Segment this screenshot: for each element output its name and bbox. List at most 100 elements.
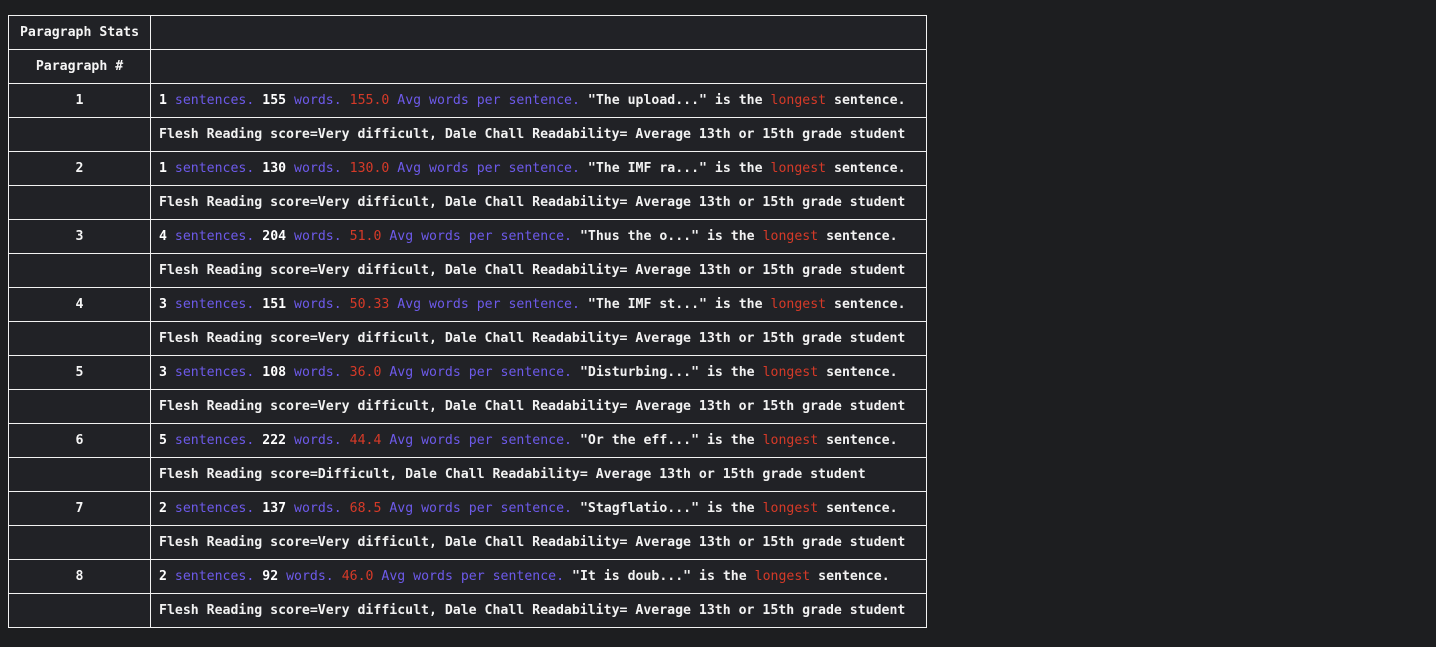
table-row: 43 sentences. 151 words. 50.33 Avg words… (8, 287, 927, 322)
table-row: 11 sentences. 155 words. 155.0 Avg words… (8, 83, 927, 118)
flesh-label: Flesh Reading score= (159, 466, 318, 482)
paragraph-number-cell: 5 (8, 355, 151, 390)
readability-cell: Flesh Reading score=Very difficult, Dale… (150, 593, 927, 628)
is-the-label: is the (714, 92, 763, 108)
paragraph-number-spacer (8, 389, 151, 424)
paragraph-number-spacer (8, 253, 151, 288)
table-row: 72 sentences. 137 words. 68.5 Avg words … (8, 491, 927, 526)
paragraph-number-cell: 3 (8, 219, 151, 254)
dale-chall-label: , Dale Chall Readability= (428, 262, 636, 278)
flesh-score-value: Very difficult (317, 194, 429, 210)
table-row: 82 sentences. 92 words. 46.0 Avg words p… (8, 559, 927, 594)
flesh-label: Flesh Reading score= (159, 262, 318, 278)
dale-chall-value: Average 13th or 15th grade student (595, 466, 866, 482)
paragraph-number-spacer (8, 457, 151, 492)
sentence-label: sentence. (826, 432, 898, 448)
word-count: 155 (262, 92, 287, 108)
longest-label: longest (754, 568, 811, 584)
avg-words-label: Avg words per sentence. (397, 92, 580, 108)
longest-sentence-snippet: "Or the eff..." (579, 432, 700, 448)
sentences-label: sentences. (174, 500, 255, 516)
paragraph-stats-cell: 3 sentences. 108 words. 36.0 Avg words p… (150, 355, 927, 390)
longest-label: longest (762, 432, 819, 448)
sentence-count: 2 (159, 568, 167, 584)
dale-chall-value: Average 13th or 15th grade student (635, 398, 906, 414)
is-the-label: is the (706, 500, 755, 516)
flesh-label: Flesh Reading score= (159, 602, 318, 618)
sentences-label: sentences. (174, 568, 255, 584)
sentences-label: sentences. (174, 296, 255, 312)
table-title-row: Paragraph Stats (8, 15, 927, 50)
readability-cell: Flesh Reading score=Very difficult, Dale… (150, 525, 927, 560)
sentence-label: sentence. (826, 364, 898, 380)
longest-sentence-snippet: "The IMF ra..." (587, 160, 707, 176)
flesh-score-value: Very difficult (317, 126, 429, 142)
dale-chall-label: , Dale Chall Readability= (389, 466, 596, 482)
dale-chall-value: Average 13th or 15th grade student (635, 534, 906, 550)
readability-cell: Flesh Reading score=Very difficult, Dale… (150, 253, 927, 288)
word-count: 222 (262, 432, 287, 448)
avg-words-label: Avg words per sentence. (389, 500, 572, 516)
sentences-label: sentences. (174, 228, 255, 244)
longest-sentence-snippet: "The IMF st..." (587, 296, 707, 312)
dale-chall-label: , Dale Chall Readability= (428, 126, 636, 142)
readability-cell: Flesh Reading score=Difficult, Dale Chal… (150, 457, 927, 492)
sentence-count: 5 (159, 432, 167, 448)
avg-words-value: 155.0 (349, 92, 390, 108)
dale-chall-label: , Dale Chall Readability= (428, 330, 636, 346)
avg-words-label: Avg words per sentence. (389, 432, 572, 448)
word-count: 108 (262, 364, 287, 380)
longest-sentence-snippet: "Stagflatio..." (579, 500, 700, 516)
avg-words-value: 68.5 (349, 500, 382, 516)
words-label: words. (286, 568, 334, 584)
is-the-label: is the (706, 228, 755, 244)
column-header-paragraph-number: Paragraph # (8, 49, 151, 84)
paragraph-stats-cell: 3 sentences. 151 words. 50.33 Avg words … (150, 287, 927, 322)
paragraph-number-cell: 1 (8, 83, 151, 118)
avg-words-label: Avg words per sentence. (381, 568, 565, 584)
avg-words-label: Avg words per sentence. (397, 296, 580, 312)
longest-label: longest (762, 500, 819, 516)
sentence-label: sentence. (834, 160, 906, 176)
dale-chall-value: Average 13th or 15th grade student (635, 262, 906, 278)
words-label: words. (294, 228, 342, 244)
words-label: words. (294, 92, 342, 108)
table-row: Flesh Reading score=Very difficult, Dale… (8, 593, 927, 628)
avg-words-value: 46.0 (341, 568, 374, 584)
table-row: 65 sentences. 222 words. 44.4 Avg words … (8, 423, 927, 458)
paragraph-stats-cell: 5 sentences. 222 words. 44.4 Avg words p… (150, 423, 927, 458)
table-header-row: Paragraph # (8, 49, 927, 84)
dale-chall-label: , Dale Chall Readability= (428, 534, 636, 550)
paragraph-stats-cell: 4 sentences. 204 words. 51.0 Avg words p… (150, 219, 927, 254)
table-row: 53 sentences. 108 words. 36.0 Avg words … (8, 355, 927, 390)
word-count: 204 (262, 228, 287, 244)
sentences-label: sentences. (174, 364, 255, 380)
avg-words-label: Avg words per sentence. (397, 160, 580, 176)
table-row: Flesh Reading score=Very difficult, Dale… (8, 185, 927, 220)
words-label: words. (294, 296, 342, 312)
word-count: 151 (262, 296, 287, 312)
readability-cell: Flesh Reading score=Very difficult, Dale… (150, 389, 927, 424)
paragraph-stats-table: Paragraph Stats Paragraph # 11 sentences… (8, 15, 927, 628)
dale-chall-label: , Dale Chall Readability= (428, 602, 636, 618)
flesh-score-value: Very difficult (317, 262, 429, 278)
paragraph-number-cell: 4 (8, 287, 151, 322)
avg-words-value: 44.4 (349, 432, 382, 448)
table-title: Paragraph Stats (8, 15, 151, 50)
flesh-label: Flesh Reading score= (159, 534, 318, 550)
avg-words-label: Avg words per sentence. (389, 364, 572, 380)
paragraph-stats-cell: 1 sentences. 155 words. 155.0 Avg words … (150, 83, 927, 118)
sentence-label: sentence. (834, 92, 906, 108)
paragraph-stats-cell: 2 sentences. 92 words. 46.0 Avg words pe… (150, 559, 927, 594)
sentence-label: sentence. (826, 228, 898, 244)
column-header-spacer (150, 49, 927, 84)
avg-words-label: Avg words per sentence. (389, 228, 572, 244)
paragraph-number-spacer (8, 117, 151, 152)
word-count: 92 (262, 568, 279, 584)
is-the-label: is the (699, 568, 747, 584)
paragraph-number-spacer (8, 525, 151, 560)
longest-label: longest (762, 364, 819, 380)
sentences-label: sentences. (174, 92, 255, 108)
word-count: 130 (262, 160, 287, 176)
table-row: Flesh Reading score=Very difficult, Dale… (8, 389, 927, 424)
